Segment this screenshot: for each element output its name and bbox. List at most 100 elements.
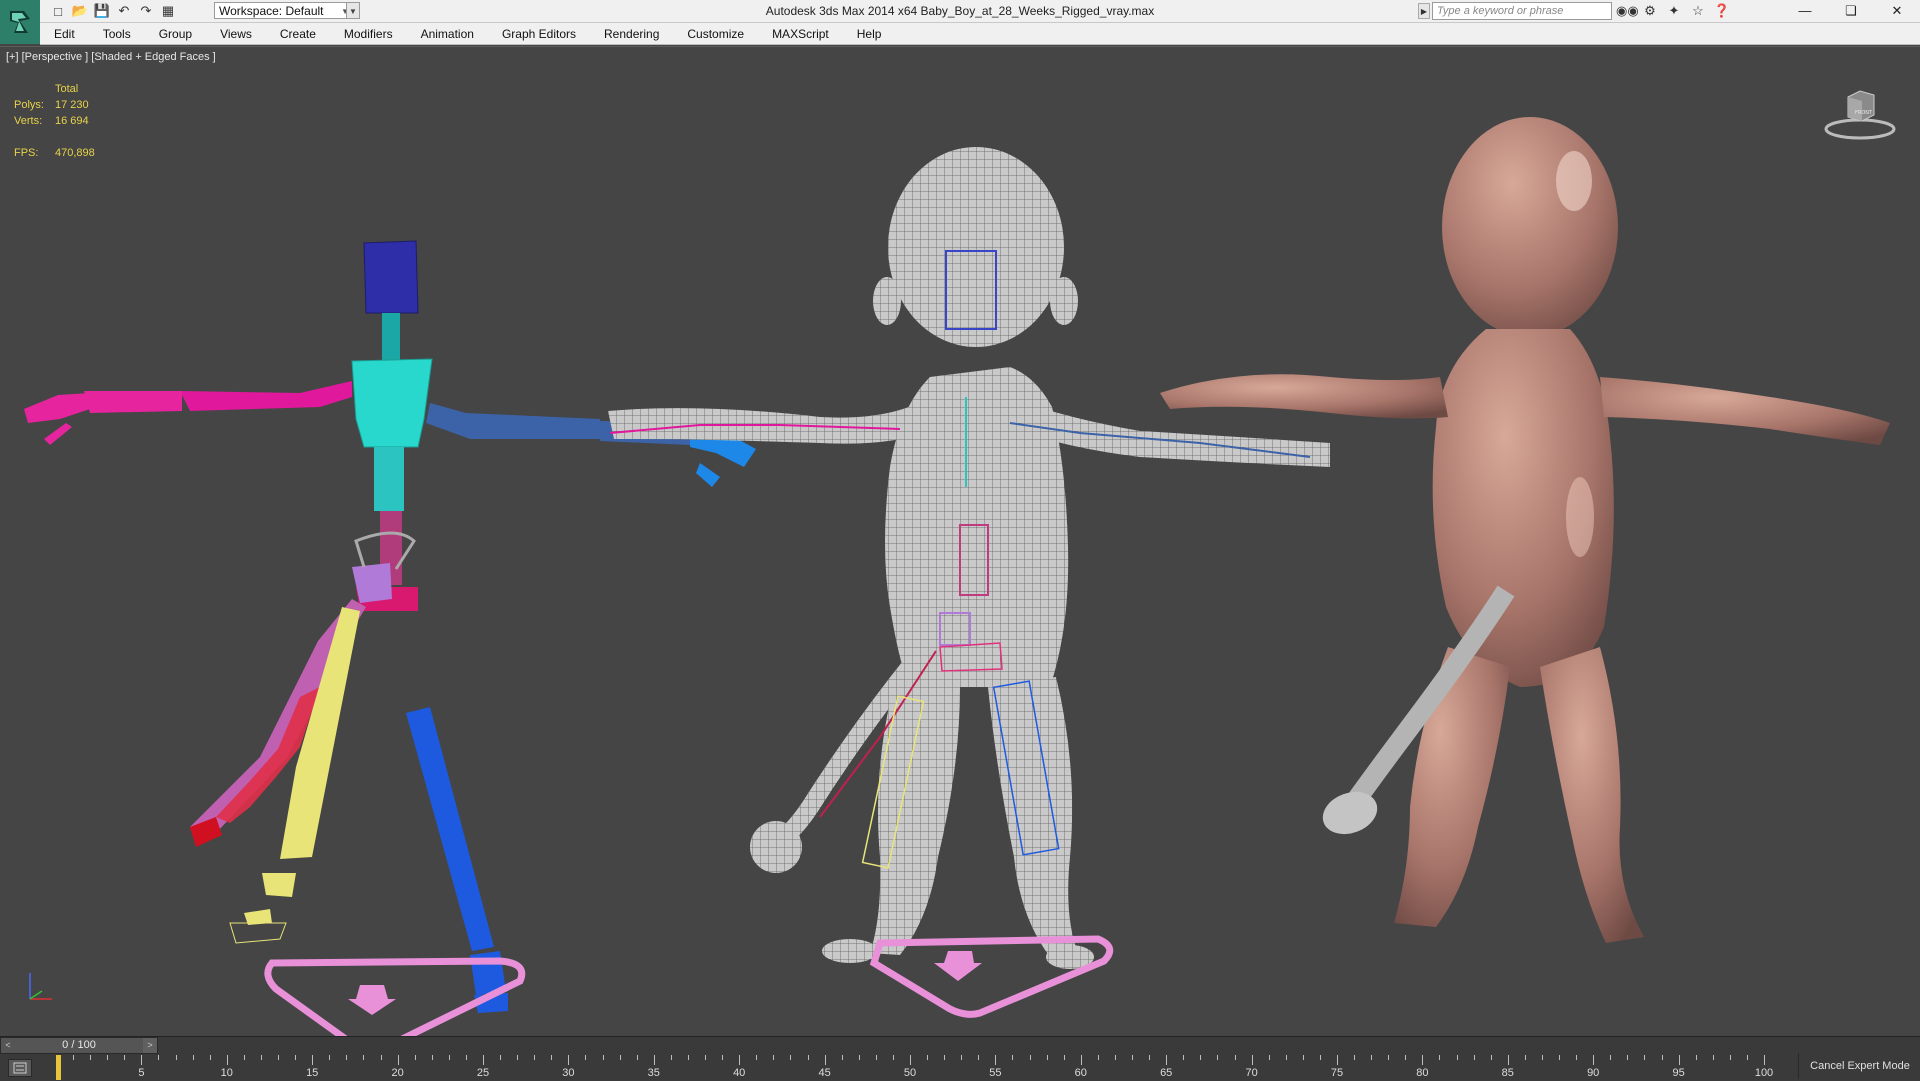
frame-tick: [278, 1055, 280, 1060]
frame-tick: [1166, 1055, 1168, 1065]
frame-tick: [1132, 1055, 1134, 1060]
frame-tick: [346, 1055, 348, 1060]
workspace-dropdown[interactable]: Workspace: Default ▼: [214, 2, 352, 19]
frame-tick-label: 100: [1754, 1067, 1774, 1079]
menu-rendering[interactable]: Rendering: [590, 27, 673, 41]
save-file-icon[interactable]: 💾: [92, 2, 112, 20]
frame-tick: [1644, 1055, 1646, 1060]
quick-access-toolbar: □ 📂 💾 ↶ ↷ ▦: [48, 2, 178, 20]
communication-center-icon[interactable]: ⚙: [1640, 2, 1660, 20]
cancel-expert-mode-button[interactable]: Cancel Expert Mode: [1798, 1053, 1920, 1079]
frame-tick: [1063, 1055, 1065, 1060]
open-file-icon[interactable]: 📂: [70, 2, 90, 20]
frame-tick: [1576, 1055, 1578, 1060]
frame-tick: [1541, 1055, 1543, 1060]
frame-tick: [1746, 1055, 1748, 1060]
menu-modifiers[interactable]: Modifiers: [330, 27, 407, 41]
new-file-icon[interactable]: □: [48, 2, 68, 20]
workspace-label: Workspace: Default: [219, 4, 324, 18]
frame-tick: [1319, 1055, 1321, 1060]
search-collapse-icon[interactable]: ▶: [1418, 3, 1430, 19]
frame-tick-label: 90: [1587, 1067, 1600, 1079]
binoculars-icon[interactable]: ◉◉: [1616, 2, 1639, 20]
frame-tick-label: 25: [476, 1067, 490, 1079]
favorites-star-icon[interactable]: ☆: [1688, 2, 1708, 20]
info-center-toolbar: ◉◉ ⚙ ✦ ☆ ❓: [1616, 2, 1732, 20]
frame-tick: [1627, 1055, 1629, 1060]
frame-tick-label: 35: [647, 1067, 660, 1079]
menu-edit[interactable]: Edit: [40, 27, 89, 41]
track-bar[interactable]: 5 10 15 20 25 30 35 40 45 50 55 60 65 70 75 80 85 90 95 100: [56, 1055, 1773, 1081]
frame-tick: [243, 1055, 245, 1060]
frame-tick: [73, 1055, 75, 1060]
time-slider[interactable]: < 0 / 100 >: [0, 1037, 158, 1054]
frame-tick: [1456, 1055, 1458, 1060]
help-icon[interactable]: ❓: [1712, 2, 1732, 20]
frame-tick: [380, 1055, 382, 1060]
frame-tick: [1473, 1055, 1475, 1060]
frame-tick: [978, 1055, 980, 1060]
frame-tick: [209, 1055, 211, 1060]
frame-tick-label: 70: [1245, 1067, 1258, 1079]
undo-icon[interactable]: ↶: [114, 2, 134, 20]
frame-tick: [944, 1055, 946, 1060]
menu-customize[interactable]: Customize: [673, 27, 758, 41]
frame-tick: [1678, 1055, 1680, 1065]
menu-tools[interactable]: Tools: [89, 27, 145, 41]
menu-maxscript[interactable]: MAXScript: [758, 27, 843, 41]
menu-animation[interactable]: Animation: [407, 27, 488, 41]
menu-help[interactable]: Help: [843, 27, 896, 41]
frame-tick: [875, 1055, 877, 1060]
project-folder-icon[interactable]: ▦: [158, 2, 178, 20]
menu-create[interactable]: Create: [266, 27, 330, 41]
frame-tick-label: 45: [818, 1067, 831, 1079]
frame-tick-label: 95: [1672, 1067, 1685, 1079]
wireframe-baby-mesh[interactable]: [608, 147, 1330, 1018]
frame-tick: [329, 1055, 331, 1060]
shaded-baby-model[interactable]: [1160, 117, 1890, 943]
frame-tick: [995, 1055, 997, 1065]
menu-views[interactable]: Views: [206, 27, 266, 41]
frame-tick: [961, 1055, 963, 1060]
frame-tick: [141, 1055, 143, 1065]
workspace-expand-icon[interactable]: ▼: [346, 2, 360, 19]
frame-tick: [500, 1055, 502, 1060]
frame-tick: [107, 1055, 109, 1060]
close-icon[interactable]: ✕: [1874, 0, 1920, 22]
frame-tick: [448, 1055, 450, 1060]
frame-tick: [636, 1055, 638, 1060]
frame-tick: [124, 1055, 126, 1060]
frame-tick: [226, 1055, 228, 1065]
search-input[interactable]: Type a keyword or phrase: [1432, 2, 1612, 20]
frame-tick: [1302, 1055, 1304, 1060]
biped-rig[interactable]: [24, 240, 756, 1037]
frame-tick: [1371, 1055, 1373, 1060]
frame-tick-label: 40: [733, 1067, 746, 1079]
frame-tick: [790, 1055, 792, 1060]
redo-icon[interactable]: ↷: [136, 2, 156, 20]
frame-tick: [312, 1055, 314, 1065]
perspective-viewport[interactable]: [+] [Perspective ] [Shaded + Edged Faces…: [0, 46, 1920, 1037]
application-menu-button[interactable]: [0, 0, 40, 44]
frame-tick: [1029, 1055, 1031, 1060]
frame-tick: [1729, 1055, 1731, 1060]
minimize-icon[interactable]: —: [1782, 0, 1828, 22]
axis-tripod: [29, 973, 52, 1000]
frame-tick: [1422, 1055, 1424, 1065]
subscription-icon[interactable]: ✦: [1664, 2, 1684, 20]
menu-group[interactable]: Group: [145, 27, 206, 41]
frame-tick: [1046, 1055, 1048, 1060]
menu-graph-editors[interactable]: Graph Editors: [488, 27, 590, 41]
frame-tick: [1285, 1055, 1287, 1060]
title-bar: □ 📂 💾 ↶ ↷ ▦ Workspace: Default ▼ ▼ Autod…: [0, 0, 1920, 23]
restore-icon[interactable]: ❏: [1828, 0, 1874, 22]
frame-tick-label: 75: [1330, 1067, 1344, 1079]
frame-tick: [927, 1055, 929, 1060]
max-logo-icon: [10, 11, 30, 33]
playhead[interactable]: [56, 1055, 61, 1080]
next-frame-icon[interactable]: >: [143, 1038, 157, 1053]
frame-tick: [397, 1055, 399, 1065]
mini-curve-editor-icon[interactable]: [8, 1059, 32, 1077]
frame-tick: [1234, 1055, 1236, 1060]
frame-tick: [858, 1055, 860, 1060]
